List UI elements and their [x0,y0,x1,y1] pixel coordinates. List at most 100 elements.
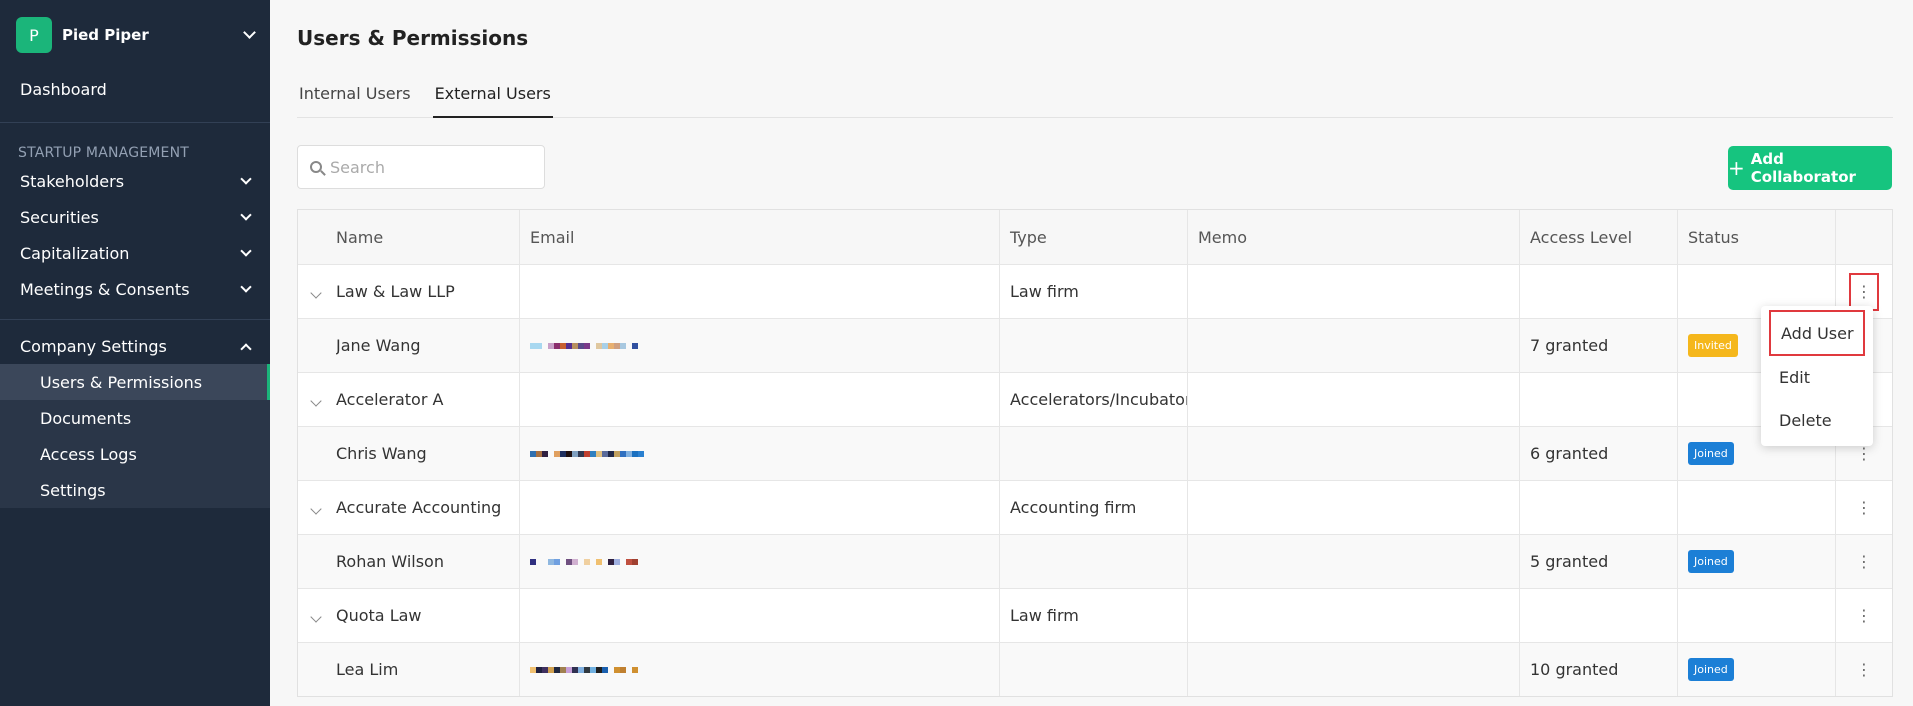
tab-external-users[interactable]: External Users [432,80,553,118]
column-header-memo[interactable]: Memo [1188,210,1520,264]
row-status: Joined [1678,643,1836,696]
sidebar-item-capitalization[interactable]: Capitalization [0,235,270,271]
row-status [1678,481,1836,534]
row-email [520,481,1000,534]
row-access: 5 granted [1520,535,1678,588]
sidebar-item-label: Company Settings [20,336,167,356]
users-table: Name Email Type Memo Access Level Status… [297,209,1893,697]
sidebar-item-documents[interactable]: Documents [0,400,270,436]
column-header-access-level[interactable]: Access Level [1520,210,1678,264]
column-header-status[interactable]: Status [1678,210,1836,264]
tab-internal-users[interactable]: Internal Users [297,80,413,118]
table-row-user[interactable]: Lea Lim 10 granted Joined ⋮ [298,642,1892,696]
expand-toggle[interactable] [298,589,336,642]
row-indent [298,427,336,480]
chevron-down-icon [240,280,252,293]
chevron-down-icon [310,502,322,515]
column-header-type[interactable]: Type [1000,210,1188,264]
column-header-name[interactable]: Name [336,210,520,264]
table-row-group[interactable]: Accurate Accounting Accounting firm ⋮ [298,480,1892,534]
row-access [1520,589,1678,642]
expand-toggle[interactable] [298,481,336,534]
kebab-icon[interactable]: ⋮ [1856,499,1872,516]
kebab-icon[interactable]: ⋮ [1856,607,1872,624]
status-badge: Joined [1688,550,1734,573]
menu-item-edit[interactable]: Edit [1761,356,1873,399]
table-header: Name Email Type Memo Access Level Status [298,210,1892,264]
row-access [1520,373,1678,426]
row-name: Chris Wang [336,427,520,480]
row-email [520,373,1000,426]
status-badge: Joined [1688,658,1734,681]
menu-item-add-user[interactable]: Add User [1769,310,1865,356]
row-memo [1188,535,1520,588]
expand-toggle[interactable] [298,265,336,318]
column-header-email[interactable]: Email [520,210,1000,264]
header-expand [298,210,336,264]
redacted-email [530,666,638,673]
table-row-user[interactable]: Chris Wang 6 granted Joined ⋮ [298,426,1892,480]
table-row-group[interactable]: Accelerator A Accelerators/Incubators [298,372,1892,426]
sidebar-item-access-logs[interactable]: Access Logs [0,436,270,472]
table-row-group[interactable]: Quota Law Law firm ⋮ [298,588,1892,642]
chevron-down-icon [243,26,256,39]
row-type: Law firm [1000,265,1188,318]
row-type: Accounting firm [1000,481,1188,534]
row-actions: ⋮ [1836,481,1892,534]
sidebar-item-company-settings[interactable]: Company Settings [0,328,270,364]
row-memo [1188,373,1520,426]
redacted-email [530,450,644,457]
row-email-redacted [520,319,1000,372]
row-status: Joined [1678,535,1836,588]
redacted-email [530,558,638,565]
row-email-redacted [520,643,1000,696]
search-input[interactable] [330,157,530,177]
row-memo [1188,265,1520,318]
chevron-down-icon [310,286,322,299]
row-type: Law firm [1000,589,1188,642]
row-access: 6 granted [1520,427,1678,480]
row-actions: ⋮ [1836,643,1892,696]
status-badge: Joined [1688,442,1734,465]
row-name: Law & Law LLP [336,265,520,318]
menu-item-delete[interactable]: Delete [1761,399,1873,442]
row-email [520,265,1000,318]
row-indent [298,643,336,696]
add-collaborator-button[interactable]: + Add Collaborator [1728,146,1892,190]
company-settings-submenu: Users & Permissions Documents Access Log… [0,364,270,508]
row-name: Quota Law [336,589,520,642]
row-type [1000,319,1188,372]
row-name: Rohan Wilson [336,535,520,588]
sidebar-item-stakeholders[interactable]: Stakeholders [0,163,270,199]
kebab-icon[interactable]: ⋮ [1856,445,1872,462]
sidebar-item-meetings[interactable]: Meetings & Consents [0,271,270,307]
row-name: Jane Wang [336,319,520,372]
sidebar-item-dashboard[interactable]: Dashboard [0,70,270,108]
row-name: Accelerator A [336,373,520,426]
kebab-icon[interactable]: ⋮ [1856,661,1872,678]
sidebar-item-settings[interactable]: Settings [0,472,270,508]
org-switcher[interactable]: P Pied Piper [0,0,270,70]
row-memo [1188,643,1520,696]
sidebar-item-securities[interactable]: Securities [0,199,270,235]
table-row-user[interactable]: Rohan Wilson 5 granted Joined ⋮ [298,534,1892,588]
row-type [1000,427,1188,480]
row-name: Lea Lim [336,643,520,696]
expand-toggle[interactable] [298,373,336,426]
more-options-button[interactable]: ⋮ [1849,272,1879,311]
main-content: Users & Permissions Internal Users Exter… [297,0,1893,706]
kebab-icon[interactable]: ⋮ [1856,553,1872,570]
search-icon [310,161,322,173]
section-label: STARTUP MANAGEMENT [18,145,190,161]
row-memo [1188,481,1520,534]
row-memo [1188,319,1520,372]
tab-bar: Internal Users External Users [297,80,1893,118]
row-access: 7 granted [1520,319,1678,372]
add-collaborator-label: Add Collaborator [1750,150,1856,186]
divider [0,319,270,320]
redacted-email [530,342,638,349]
table-row-group[interactable]: Law & Law LLP Law firm ⋮ [298,264,1892,318]
table-row-user[interactable]: Jane Wang 7 granted Invited [298,318,1892,372]
sidebar-item-users-permissions[interactable]: Users & Permissions [0,364,270,400]
row-access [1520,265,1678,318]
